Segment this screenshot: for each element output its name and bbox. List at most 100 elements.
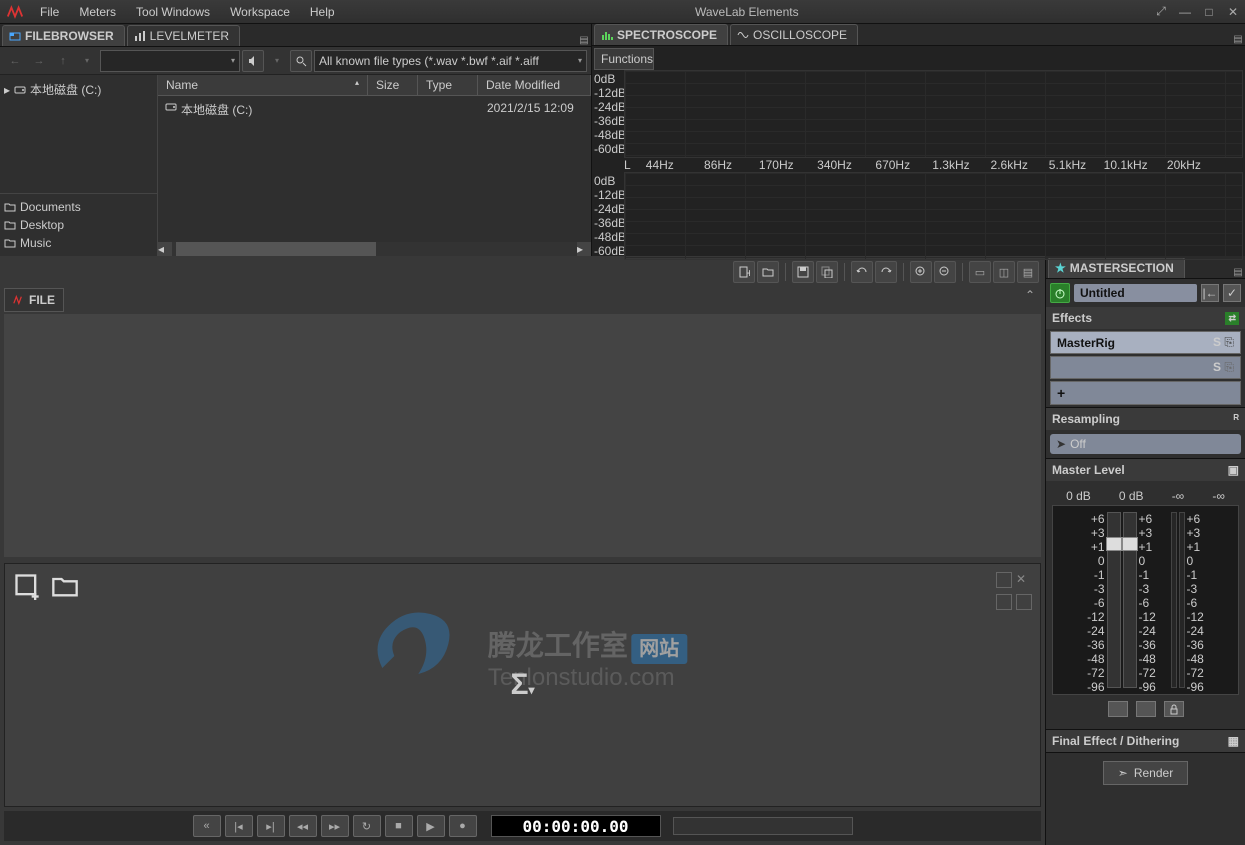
tab-levelmeter[interactable]: LEVELMETER	[127, 25, 240, 46]
view-split-icon[interactable]	[996, 572, 1012, 588]
editor-area: + ▭ ◫ ▤ FILE ⌃	[0, 256, 1045, 845]
tab-mastersection[interactable]: ★ MASTERSECTION	[1048, 257, 1185, 278]
panel-menu-icon[interactable]: ▤	[1231, 34, 1245, 45]
search-button[interactable]	[290, 50, 312, 72]
quick-desktop[interactable]: Desktop	[4, 216, 153, 234]
expand-button[interactable]: ⤢	[1149, 4, 1173, 19]
menu-help[interactable]: Help	[300, 2, 345, 22]
nav-up-button[interactable]: ↑	[52, 50, 74, 72]
add-effect-button[interactable]: +	[1050, 381, 1241, 405]
open-file-button[interactable]	[757, 261, 779, 283]
nav-dropdown[interactable]: ▾	[76, 50, 98, 72]
skip-end-button[interactable]: ▸|	[257, 815, 285, 837]
tab-filebrowser[interactable]: FILEBROWSER	[2, 25, 125, 46]
functions-menu[interactable]: Functions	[594, 48, 654, 70]
new-icon: +	[738, 266, 750, 278]
master-section-panel: ★ MASTERSECTION ▤ Untitled |← ✓ Effects …	[1045, 256, 1245, 845]
fader-left[interactable]	[1107, 512, 1121, 688]
filebrowser-toolbar: ← → ↑ ▾ ▾ ▾ All known file types (*.wav …	[0, 47, 591, 75]
preset-name[interactable]: Untitled	[1074, 284, 1197, 302]
close-button[interactable]: ✕	[1221, 5, 1245, 19]
redo-button[interactable]	[875, 261, 897, 283]
quick-documents[interactable]: Documents	[4, 198, 153, 216]
editor-toolbar: + ▭ ◫ ▤	[4, 260, 1041, 284]
save-button[interactable]	[792, 261, 814, 283]
loop-button[interactable]: ↻	[353, 815, 381, 837]
meter-mode-a-button[interactable]	[1108, 701, 1128, 717]
view-close-icon[interactable]: ✕	[1016, 572, 1032, 588]
col-type[interactable]: Type	[418, 75, 478, 95]
dithering-header[interactable]: Final Effect / Dithering ▦	[1046, 730, 1245, 752]
waveform-canvas[interactable]: ✕ 腾龙工作室 网站 Tenlonstudio.com Σ▾	[4, 563, 1041, 808]
window-title: WaveLab Elements	[345, 5, 1149, 19]
layout-a-button[interactable]: ▭	[969, 261, 991, 283]
list-item[interactable]: 本地磁盘 (C:) 2021/2/15 12:09	[161, 99, 588, 120]
tree-drive[interactable]: ▸ 本地磁盘 (C:)	[4, 79, 153, 100]
drive-icon	[14, 84, 26, 96]
resample-value[interactable]: ➤ Off	[1050, 434, 1241, 454]
menu-file[interactable]: File	[30, 2, 69, 22]
forward-button[interactable]: ▸▸	[321, 815, 349, 837]
play-dropdown[interactable]: ▾	[266, 50, 288, 72]
file-browser-panel: FILEBROWSER LEVELMETER ▤ ← → ↑ ▾ ▾ ▾ All…	[0, 24, 592, 256]
expand-icon[interactable]: ▸	[4, 83, 10, 97]
zoom-out-button[interactable]	[934, 261, 956, 283]
collapse-icon[interactable]: ⌃	[1025, 288, 1035, 302]
menu-meters[interactable]: Meters	[69, 2, 126, 22]
skip-start-button[interactable]: |◂	[225, 815, 253, 837]
zoom-in-button[interactable]	[910, 261, 932, 283]
fader-right[interactable]	[1123, 512, 1137, 688]
view-b-icon[interactable]	[1016, 594, 1032, 610]
menu-workspace[interactable]: Workspace	[220, 2, 300, 22]
record-button[interactable]: ●	[449, 815, 477, 837]
undo-button[interactable]	[851, 261, 873, 283]
sigma-placeholder-icon: Σ▾	[510, 668, 534, 702]
quick-music[interactable]: Music	[4, 234, 153, 252]
panel-menu-icon[interactable]: ▤	[1231, 267, 1245, 278]
layout-c-button[interactable]: ▤	[1017, 261, 1039, 283]
panel-menu-icon[interactable]: ▤	[577, 35, 591, 46]
view-a-icon[interactable]	[996, 594, 1012, 610]
preset-apply-button[interactable]: ✓	[1223, 284, 1241, 302]
file-tab[interactable]: FILE	[4, 288, 64, 312]
open-folder-icon[interactable]	[51, 572, 79, 600]
minimize-button[interactable]: —	[1173, 5, 1197, 19]
col-size[interactable]: Size	[368, 75, 418, 95]
col-date[interactable]: Date Modified	[478, 75, 591, 95]
tab-spectroscope[interactable]: SPECTROSCOPE	[594, 24, 728, 45]
layout-b-button[interactable]: ◫	[993, 261, 1015, 283]
rewind-full-button[interactable]: «	[193, 815, 221, 837]
wavelab-icon	[13, 294, 23, 306]
jog-slider[interactable]	[673, 817, 853, 835]
expand-grid-icon[interactable]: ▦	[1228, 734, 1239, 748]
stop-button[interactable]: ■	[385, 815, 413, 837]
menu-tool-windows[interactable]: Tool Windows	[126, 2, 220, 22]
path-combo[interactable]: ▾	[100, 50, 240, 72]
nav-fwd-button[interactable]: →	[28, 50, 50, 72]
copy-button[interactable]	[816, 261, 838, 283]
filetype-filter[interactable]: All known file types (*.wav *.bwf *.aif …	[314, 50, 587, 72]
hscrollbar[interactable]: ◂▸	[158, 242, 591, 256]
play-button[interactable]: ▶	[417, 815, 445, 837]
tab-oscilloscope[interactable]: OSCILLOSCOPE	[730, 24, 858, 45]
nav-back-button[interactable]: ←	[4, 50, 26, 72]
resampling-header[interactable]: Resampling ᴿ	[1046, 408, 1245, 430]
routing-icon[interactable]: ⇄	[1225, 312, 1239, 325]
effect-slot-empty[interactable]: S ⎘	[1050, 356, 1241, 379]
render-button[interactable]: ➣ Render	[1103, 761, 1188, 785]
effects-header[interactable]: Effects ⇄	[1046, 307, 1245, 329]
maximize-button[interactable]: □	[1197, 5, 1221, 19]
rewind-button[interactable]: ◂◂	[289, 815, 317, 837]
meter-mode-b-button[interactable]	[1136, 701, 1156, 717]
master-level-header[interactable]: Master Level ▣	[1046, 459, 1245, 481]
play-folder-button[interactable]	[242, 50, 264, 72]
effect-slot-masterrig[interactable]: MasterRig S ⎘	[1050, 331, 1241, 354]
col-name[interactable]: Name▴	[158, 75, 368, 95]
preset-prev-button[interactable]: |←	[1201, 284, 1219, 302]
folder-icon	[4, 237, 16, 249]
expand-icon[interactable]: ▣	[1228, 463, 1239, 477]
master-power-button[interactable]	[1050, 283, 1070, 303]
new-file-button[interactable]: +	[733, 261, 755, 283]
meter-lock-button[interactable]	[1164, 701, 1184, 717]
new-montage-icon[interactable]	[13, 572, 41, 600]
